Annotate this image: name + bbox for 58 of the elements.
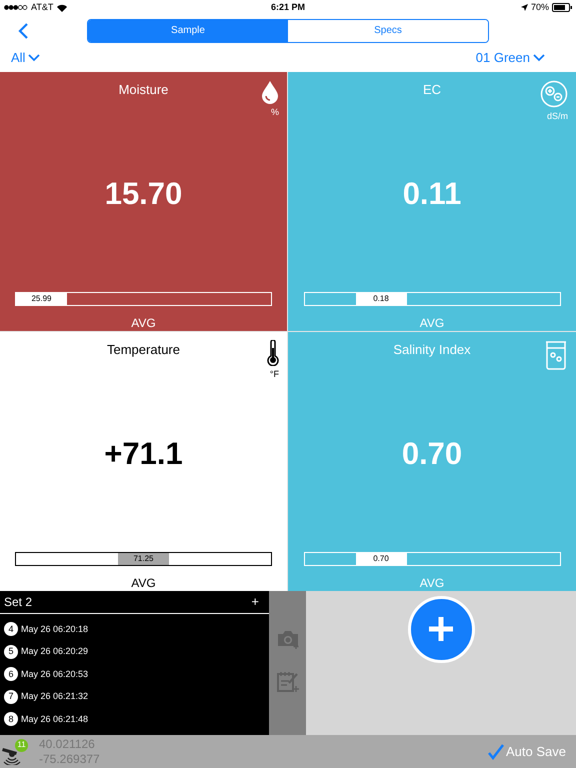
tile-value: 15.70 — [104, 175, 182, 214]
reading-number: 7 — [4, 690, 18, 704]
battery-percent: 70% — [530, 1, 549, 14]
avg-label: AVG — [420, 314, 444, 332]
reading-time: May 26 06:21:32 — [21, 690, 88, 704]
bubbles-icon — [540, 80, 568, 108]
clock-time: 6:21 PM — [271, 1, 305, 14]
unit-label: % — [270, 106, 279, 119]
avg-label: AVG — [131, 574, 156, 592]
reading-row[interactable]: 5 May 26 06:20:29 — [0, 643, 269, 661]
reading-time: May 26 06:20:29 — [21, 645, 88, 658]
chevron-down-icon — [533, 54, 545, 62]
drop-icon — [261, 80, 279, 104]
plus-icon — [427, 615, 455, 644]
camera-icon — [276, 628, 300, 649]
set-title: Set 2 — [4, 594, 32, 611]
satellite-count-badge: 11 — [15, 738, 28, 752]
tile-value: +71.1 — [104, 435, 183, 474]
unit-label: °F — [270, 368, 279, 381]
carrier-label: AT&T — [31, 1, 54, 14]
tile-title: Temperature — [107, 340, 180, 359]
average-marker: 25.99 — [16, 292, 67, 305]
reading-time: May 26 06:20:18 — [21, 622, 88, 636]
tile-title: EC — [422, 80, 442, 99]
tile-value: 0.70 — [402, 435, 462, 474]
reading-row[interactable]: 4 May 26 06:20:18 — [0, 620, 269, 638]
reading-time: May 26 06:20:53 — [21, 668, 88, 681]
unit-label: dS/m — [546, 110, 568, 123]
average-marker: 0.70 — [356, 552, 406, 565]
checkmark-icon — [488, 744, 504, 760]
battery-icon — [552, 3, 572, 12]
reading-number: 5 — [4, 644, 18, 659]
add-set-button[interactable]: + — [251, 592, 259, 612]
sample-dropdown[interactable]: 01 Green — [476, 48, 545, 68]
avg-label: AVG — [420, 574, 444, 592]
filter-dropdown[interactable]: All — [11, 48, 40, 68]
reading-row[interactable]: 7 May 26 06:21:32 — [0, 688, 269, 706]
beaker-icon — [544, 340, 568, 370]
notepad-icon — [276, 670, 300, 693]
thermometer-icon — [267, 340, 279, 366]
average-marker: 71.25 — [118, 552, 169, 565]
chevron-down-icon — [28, 54, 40, 62]
signal-icon — [4, 5, 28, 10]
back-chevron-icon — [18, 22, 28, 39]
reading-row[interactable]: 8 May 26 06:21:48 — [0, 710, 269, 728]
segment-tab[interactable]: Sample — [88, 20, 288, 42]
reading-time: May 26 06:21:48 — [21, 712, 88, 726]
reading-number: 8 — [4, 712, 18, 726]
tile-title: Salinity Index — [393, 340, 471, 359]
tile-value: 0.11 — [402, 175, 462, 214]
wifi-icon — [57, 4, 68, 12]
location-arrow-icon — [520, 4, 528, 12]
reading-number: 6 — [4, 667, 18, 682]
reading-number: 4 — [4, 622, 18, 636]
avg-label: AVG — [131, 314, 156, 332]
average-marker: 0.18 — [356, 292, 406, 305]
tile-title: Moisture — [118, 80, 168, 99]
reading-row[interactable]: 6 May 26 06:20:53 — [0, 666, 269, 684]
